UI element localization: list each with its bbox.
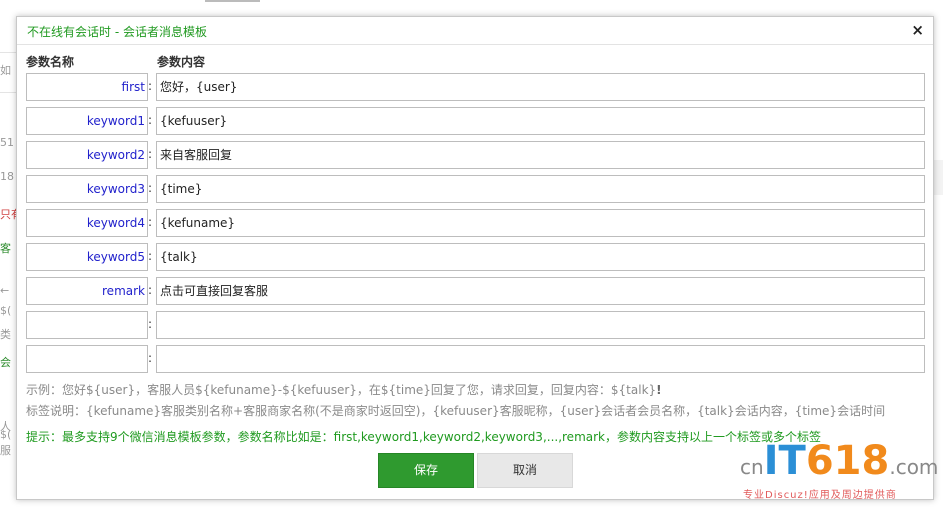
param-row: : [26,311,925,339]
param-row: remark : 点击可直接回复客服 [26,277,925,305]
param-value-input[interactable]: 您好，{user} [156,73,925,101]
watermark-com: .com [889,455,939,479]
watermark-it: IT [763,438,806,484]
background-tab-indicator [205,0,260,2]
param-row: keyword5 : {talk} [26,243,925,271]
background-text: 类 [0,328,11,341]
colon-separator: : [148,181,153,195]
watermark-slogan: 专业Discuz!应用及周边提供商 [743,490,897,501]
colon-separator: : [148,351,153,365]
param-row: keyword4 : {kefuname} [26,209,925,237]
param-name-input[interactable] [26,345,148,373]
param-value-input[interactable]: {talk} [156,243,925,271]
param-row: : [26,345,925,373]
param-row: keyword3 : {time} [26,175,925,203]
param-row: keyword2 : 来自客服回复 [26,141,925,169]
colon-separator: : [148,317,153,331]
background-text: $( [0,304,12,317]
close-icon[interactable]: × [911,21,924,39]
example-end: ! [656,383,662,397]
background-text: 51 [0,136,14,149]
background-text: 如 [0,64,11,77]
background-text: 只有 [0,208,16,221]
param-name-input[interactable]: keyword5 [26,243,148,271]
param-value-input[interactable]: {time} [156,175,925,203]
example-text: 示例：您好${user}，客服人员${kefuname}-${kefuuser}… [26,381,662,398]
colon-separator: : [148,79,153,93]
background-text: 会 [0,356,11,369]
save-button[interactable]: 保存 [378,453,474,488]
colon-separator: : [148,215,153,229]
param-value-input[interactable]: 点击可直接回复客服 [156,277,925,305]
param-name-input[interactable]: first [26,73,148,101]
watermark-logo: cnIT618.com [740,438,938,484]
cancel-button[interactable]: 取消 [477,453,573,488]
colon-separator: : [148,283,153,297]
param-value-input[interactable] [156,345,925,373]
tip-text: 提示：最多支持9个微信消息模板参数，参数名称比如是：first,keyword1… [26,430,821,444]
site-watermark: cnIT618.com 专业Discuz!应用及周边提供商 [740,438,940,502]
param-value-input[interactable]: {kefuname} [156,209,925,237]
param-name-input[interactable]: keyword2 [26,141,148,169]
example-body: 示例：您好${user}，客服人员${kefuname}-${kefuuser}… [26,383,657,397]
param-value-input[interactable]: 来自客服回复 [156,141,925,169]
dialog-titlebar: 不在线有会话时 - 会话者消息模板 × [17,17,933,45]
param-row: first : 您好，{user} [26,73,925,101]
message-template-dialog: 不在线有会话时 - 会话者消息模板 × 参数名称 参数内容 first : 您好… [16,16,934,500]
param-name-input[interactable] [26,311,148,339]
param-value-input[interactable]: {kefuuser} [156,107,925,135]
colon-separator: : [148,147,153,161]
watermark-618: 618 [805,438,890,484]
tag-description: 标签说明：{kefuname}客服类别名称+客服商家名称(不是商家时返回空)，{… [26,404,886,418]
param-row: keyword1 : {kefuuser} [26,107,925,135]
background-text: ← [0,284,10,297]
param-name-input[interactable]: keyword1 [26,107,148,135]
param-name-input[interactable]: keyword3 [26,175,148,203]
background-text: 18 [0,170,14,183]
background-text: 客 [0,242,11,255]
background-divider [0,52,16,53]
param-name-header: 参数名称 [26,55,75,69]
colon-separator: : [148,113,153,127]
background-divider [0,92,16,93]
watermark-cn: cn [740,455,764,479]
param-name-input[interactable]: remark [26,277,148,305]
dialog-title: 不在线有会话时 - 会话者消息模板 [27,25,207,39]
param-value-header: 参数内容 [157,55,206,69]
background-text: $( [0,428,12,441]
colon-separator: : [148,249,153,263]
param-value-input[interactable] [156,311,925,339]
background-text: 服 [0,444,11,457]
param-name-input[interactable]: keyword4 [26,209,148,237]
